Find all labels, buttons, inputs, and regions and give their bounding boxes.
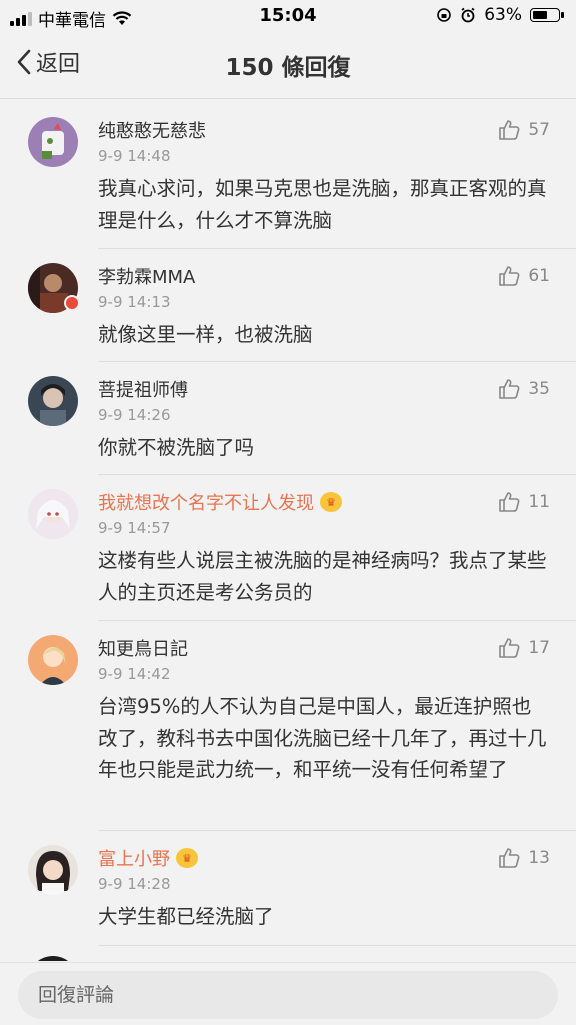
comment-item: 富上小野 ♛ 9-9 14:28 13 大学生都已经洗脑了 — [0, 831, 576, 946]
like-count: 11 — [528, 492, 550, 512]
battery-icon — [530, 8, 564, 22]
like-count: 61 — [528, 266, 550, 286]
comment-item: 菩提祖师傅 9-9 14:26 35 你就不被洗脑了吗 — [0, 362, 576, 475]
avatar[interactable] — [28, 489, 78, 539]
vip-badge-icon: ♛ — [320, 492, 342, 512]
reply-input[interactable] — [18, 971, 558, 1019]
comment-time: 9-9 14:48 — [98, 147, 171, 165]
comment-author[interactable]: 菩提祖师傅 — [98, 376, 188, 402]
comment-text: 就像这里一样，也被洗脑 — [98, 323, 313, 346]
status-right: 63% — [436, 5, 564, 25]
comment-item: 知更鳥日記 9-9 14:42 17 台湾95%的人不认为自己是中国人，最近连护… — [0, 621, 576, 831]
thumbs-up-icon — [499, 120, 520, 140]
comment-item: 纯憨憨无慈悲 9-9 14:48 57 我真心求问，如果马克思也是洗脑，那真正客… — [0, 99, 576, 249]
thumbs-up-icon — [499, 266, 520, 286]
comment-text: 你就不被洗脑了吗 — [98, 436, 255, 459]
like-button[interactable]: 57 — [498, 119, 550, 141]
comment-time: 9-9 14:28 — [98, 875, 171, 893]
status-bar: 中華電信 15:04 63% — [0, 0, 576, 32]
comment-item: 李勃霖MMA 9-9 14:13 61 就像这里一样，也被洗脑 — [0, 249, 576, 362]
comment-time: 9-9 14:57 — [98, 519, 171, 537]
thumbs-up-icon — [499, 848, 520, 868]
thumbs-up-icon — [499, 379, 520, 399]
comment-author[interactable]: 富上小野 ♛ — [98, 845, 198, 871]
thumbs-up-icon — [499, 638, 520, 658]
avatar[interactable] — [28, 845, 78, 895]
battery-fill — [533, 11, 548, 19]
comment-time: 9-9 14:42 — [98, 665, 171, 683]
author-name: 李勃霖MMA — [98, 267, 196, 288]
comment-list[interactable]: 纯憨憨无慈悲 9-9 14:48 57 我真心求问，如果马克思也是洗脑，那真正客… — [0, 99, 576, 961]
author-name: 我就想改个名字不让人发现 — [98, 493, 314, 514]
verified-badge-icon — [64, 295, 80, 311]
like-button[interactable]: 61 — [498, 265, 550, 287]
author-name: 富上小野 — [98, 849, 170, 870]
like-count: 13 — [528, 848, 550, 868]
thumbs-up-icon — [499, 492, 520, 512]
author-name: 知更鳥日記 — [98, 639, 188, 660]
author-name: 纯憨憨无慈悲 — [98, 121, 206, 142]
comment-item: 我就想改个名字不让人发现 ♛ 9-9 14:57 11 这楼有些人说层主被洗脑的… — [0, 475, 576, 621]
like-count: 17 — [528, 638, 550, 658]
like-button[interactable]: 13 — [498, 847, 550, 869]
comment-time: 9-9 14:13 — [98, 293, 171, 311]
comment-text: 我真心求问，如果马克思也是洗脑，那真正客观的真理是什么，什么才不算洗脑 — [98, 177, 547, 232]
avatar[interactable] — [28, 117, 78, 167]
comment-author[interactable]: 李勃霖MMA — [98, 263, 195, 289]
comment-text: 这楼有些人说层主被洗脑的是神经病吗？我点了某些人的主页还是考公务员的 — [98, 549, 547, 604]
vip-badge-icon: ♛ — [176, 848, 198, 868]
divider — [98, 945, 576, 946]
comment-time: 9-9 14:26 — [98, 406, 171, 424]
rotation-lock-icon — [437, 8, 452, 22]
like-button[interactable]: 17 — [498, 637, 550, 659]
like-count: 35 — [528, 379, 550, 399]
author-name: 菩提祖师傅 — [98, 380, 188, 401]
reply-composer — [0, 962, 576, 1025]
comment-author[interactable]: 知更鳥日記 — [98, 635, 188, 661]
page-title: 150 條回復 — [225, 55, 351, 81]
comment-author[interactable]: 我就想改个名字不让人发现 ♛ — [98, 489, 342, 515]
avatar[interactable] — [28, 956, 78, 961]
like-button[interactable]: 35 — [498, 378, 550, 400]
comment-author[interactable]: 纯憨憨无慈悲 — [98, 117, 206, 143]
avatar[interactable] — [28, 635, 78, 685]
nav-bar: 返回 150 條回復 — [0, 32, 576, 99]
avatar[interactable] — [28, 376, 78, 426]
like-button[interactable]: 11 — [498, 491, 550, 513]
alarm-icon — [461, 7, 475, 23]
comment-text: 台湾95%的人不认为自己是中国人，最近连护照也改了，教科书去中国化洗脑已经十几年… — [98, 695, 547, 781]
comment-text: 大学生都已经洗脑了 — [98, 905, 274, 928]
like-count: 57 — [528, 120, 550, 140]
battery-percent: 63% — [484, 5, 522, 25]
